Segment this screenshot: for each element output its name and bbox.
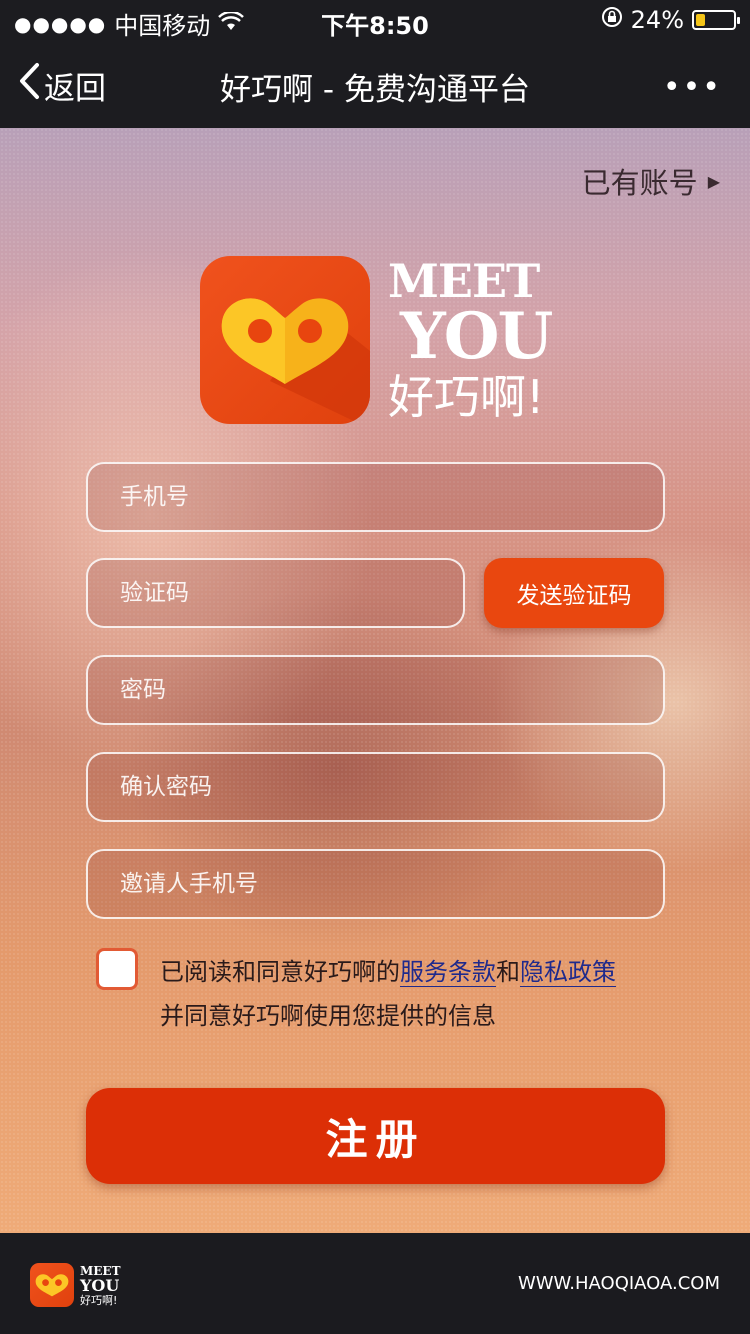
agreement-text: 已阅读和同意好巧啊的服务条款和隐私政策 并同意好巧啊使用您提供的信息 [160,950,680,1038]
confirm-password-input[interactable] [88,754,663,820]
rotation-lock-icon [601,6,623,34]
phone-input[interactable] [88,464,663,530]
inviter-phone-input[interactable] [88,851,663,917]
battery-fill [696,14,705,26]
nav-bar: 返回 好巧啊 - 免费沟通平台 ••• [0,40,750,128]
caret-right-icon: ▶ [707,171,720,191]
agree-checkbox[interactable] [96,948,138,990]
footer-brand-you: YOU [80,1276,120,1295]
agreement-and: 和 [496,958,520,986]
footer-brand: MEET YOU 好巧啊! [80,1265,121,1308]
register-panel: 已有账号 ▶ MEET YOU 好巧啊! 发送验证码 已阅读和同意好巧啊的服务条… [0,128,750,1233]
more-icon[interactable]: ••• [663,70,722,105]
terms-link[interactable]: 服务条款 [400,958,496,987]
register-button[interactable]: 注册 [86,1088,665,1184]
footer-logo-icon [30,1263,74,1307]
verification-code-input[interactable] [88,560,463,626]
agreement-line2: 并同意好巧啊使用您提供的信息 [160,1002,496,1030]
brand-cn: 好巧啊! [388,370,545,424]
verification-code-field[interactable] [86,558,465,628]
status-right: 24% [601,6,740,34]
battery-icon [692,10,740,30]
page-title: 好巧啊 - 免费沟通平台 [220,72,530,108]
phone-field[interactable] [86,462,665,532]
inviter-phone-field[interactable] [86,849,665,919]
app-logo-icon [200,256,370,424]
footer: MEET YOU 好巧啊! WWW.HAOQIAOA.COM [0,1233,750,1334]
website-url[interactable]: WWW.HAOQIAOA.COM [518,1273,720,1294]
footer-brand-cn: 好巧啊! [80,1294,118,1307]
password-input[interactable] [88,657,663,723]
confirm-password-field[interactable] [86,752,665,822]
agreement-prefix: 已阅读和同意好巧啊的 [160,958,400,986]
existing-account-label: 已有账号 [581,166,698,200]
password-field[interactable] [86,655,665,725]
status-bar: ●●●●● 中国移动 下午8:50 24% [0,0,750,40]
brand-wordmark: MEET YOU 好巧啊! [388,256,553,424]
privacy-link[interactable]: 隐私政策 [520,958,616,987]
brand-you: YOU [400,299,553,374]
existing-account-link[interactable]: 已有账号 ▶ [582,160,720,202]
battery-percent: 24% [630,6,684,34]
send-code-button[interactable]: 发送验证码 [484,558,664,628]
